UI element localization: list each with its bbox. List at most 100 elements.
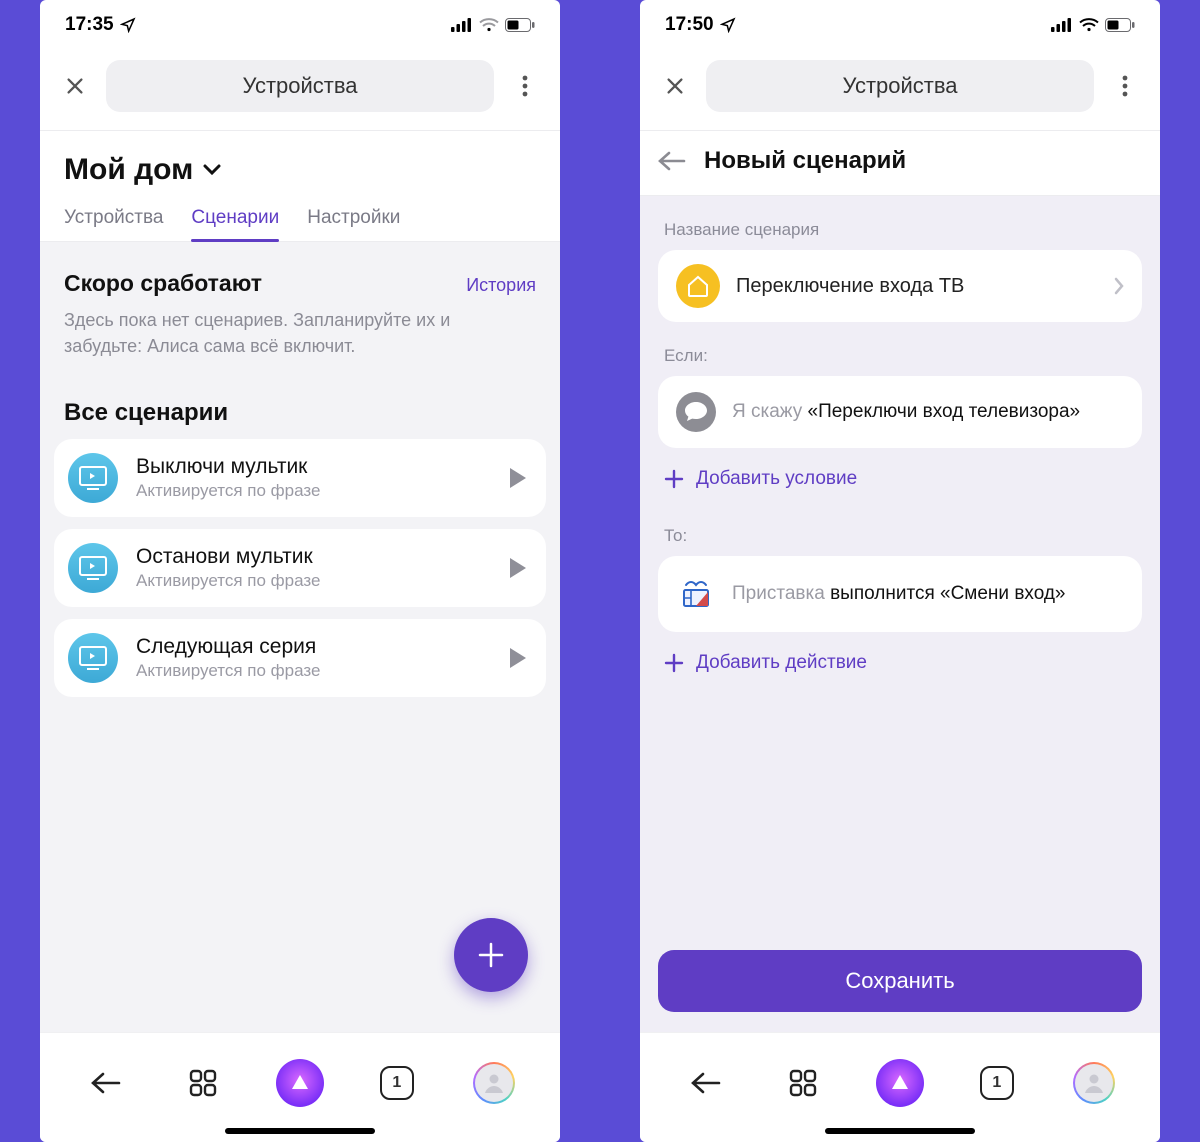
tab-count: 1	[380, 1066, 414, 1100]
plus-icon	[664, 469, 684, 489]
cellular-icon	[451, 18, 473, 32]
nav-alice[interactable]	[875, 1059, 925, 1107]
tv-icon	[68, 453, 118, 503]
alice-icon	[876, 1059, 924, 1107]
action-row[interactable]: Приставка выполнится «Смени вход»	[658, 556, 1142, 632]
status-bar: 17:35	[40, 0, 560, 50]
status-time: 17:35	[65, 14, 114, 36]
soon-desc: Здесь пока нет сценариев. Запланируйте и…	[64, 307, 484, 359]
nav-apps[interactable]	[778, 1069, 828, 1097]
bottom-nav: 1	[640, 1032, 1160, 1142]
close-button[interactable]	[660, 71, 690, 101]
scenario-title: Останови мультик	[136, 545, 492, 569]
scenario-title: Следующая серия	[136, 635, 492, 659]
tab-settings[interactable]: Настройки	[307, 207, 400, 241]
then-label: То:	[658, 520, 1142, 556]
back-button[interactable]	[658, 151, 686, 171]
nav-apps[interactable]	[178, 1069, 228, 1097]
tab-count: 1	[980, 1066, 1014, 1100]
tab-scenarios[interactable]: Сценарии	[191, 207, 279, 241]
status-bar: 17:50	[640, 0, 1160, 50]
avatar-icon	[1073, 1062, 1115, 1104]
nav-profile[interactable]	[469, 1062, 519, 1104]
add-scenario-fab[interactable]	[454, 918, 528, 992]
plus-icon	[664, 653, 684, 673]
page-title: Новый сценарий	[704, 147, 906, 175]
scenario-item[interactable]: Следующая серия Активируется по фразе	[54, 619, 546, 697]
add-action-button[interactable]: Добавить действие	[658, 632, 1142, 698]
home-indicator[interactable]	[225, 1128, 375, 1134]
phone-right: 17:50 Устройства Новый сценарий Названи	[640, 0, 1160, 1142]
alice-icon	[276, 1059, 324, 1107]
home-title: Мой дом	[64, 153, 193, 187]
battery-icon	[505, 18, 535, 32]
wifi-icon	[1079, 18, 1099, 32]
nav-profile[interactable]	[1069, 1062, 1119, 1104]
if-phrase: «Переключи вход телевизора»	[808, 401, 1081, 422]
header: Устройства	[640, 50, 1160, 130]
all-scenarios-title: Все сценарии	[40, 377, 560, 439]
sub-header: Новый сценарий	[640, 131, 1160, 195]
condition-text: Я скажу «Переключи вход телевизора»	[732, 399, 1080, 425]
tabs: Устройства Сценарии Настройки	[40, 199, 560, 241]
save-label: Сохранить	[845, 968, 954, 994]
wifi-icon	[479, 18, 499, 32]
status-icons	[1051, 18, 1135, 32]
content: Скоро сработают История Здесь пока нет с…	[40, 242, 560, 1032]
home-selector[interactable]: Мой дом	[40, 131, 560, 199]
avatar-icon	[473, 1062, 515, 1104]
device-icon	[676, 574, 716, 614]
play-icon	[510, 648, 526, 668]
chevron-right-icon	[1114, 277, 1124, 295]
if-prefix: Я скажу	[732, 401, 802, 422]
phone-left: 17:35 Устройства Мой дом Устройства Сц	[40, 0, 560, 1142]
add-condition-button[interactable]: Добавить условие	[658, 448, 1142, 514]
more-button[interactable]	[1110, 71, 1140, 101]
play-icon	[510, 558, 526, 578]
scenario-name-row[interactable]: Переключение входа ТВ	[658, 250, 1142, 322]
nav-tabs[interactable]: 1	[372, 1066, 422, 1100]
status-time: 17:50	[665, 14, 714, 36]
header-title-pill[interactable]: Устройства	[706, 60, 1094, 112]
save-button[interactable]: Сохранить	[658, 950, 1142, 1012]
close-button[interactable]	[60, 71, 90, 101]
header-title: Устройства	[842, 73, 957, 99]
name-label: Название сценария	[658, 214, 1142, 250]
history-link[interactable]: История	[466, 275, 536, 296]
header-title: Устройства	[242, 73, 357, 99]
tab-devices[interactable]: Устройства	[64, 207, 163, 241]
action-text: Приставка выполнится «Смени вход»	[732, 581, 1066, 607]
scenario-sub: Активируется по фразе	[136, 571, 492, 591]
speech-icon	[676, 392, 716, 432]
add-action-label: Добавить действие	[696, 652, 867, 674]
nav-alice[interactable]	[275, 1059, 325, 1107]
nav-tabs[interactable]: 1	[972, 1066, 1022, 1100]
scenario-item[interactable]: Останови мультик Активируется по фразе	[54, 529, 546, 607]
battery-icon	[1105, 18, 1135, 32]
nav-back[interactable]	[681, 1072, 731, 1094]
action-rest: выполнится «Смени вход»	[830, 583, 1065, 604]
condition-row[interactable]: Я скажу «Переключи вход телевизора»	[658, 376, 1142, 448]
form: Название сценария Переключение входа ТВ …	[640, 196, 1160, 1032]
soon-title: Скоро сработают	[64, 270, 262, 297]
more-button[interactable]	[510, 71, 540, 101]
scenario-sub: Активируется по фразе	[136, 661, 492, 681]
home-indicator[interactable]	[825, 1128, 975, 1134]
if-label: Если:	[658, 340, 1142, 376]
chevron-down-icon	[203, 164, 221, 176]
scenario-item[interactable]: Выключи мультик Активируется по фразе	[54, 439, 546, 517]
add-condition-label: Добавить условие	[696, 468, 857, 490]
action-device: Приставка	[732, 583, 825, 604]
status-icons	[451, 18, 535, 32]
cellular-icon	[1051, 18, 1073, 32]
home-icon	[676, 264, 720, 308]
plus-icon	[476, 940, 506, 970]
header-title-pill[interactable]: Устройства	[106, 60, 494, 112]
scenario-title: Выключи мультик	[136, 455, 492, 479]
location-icon	[720, 17, 736, 33]
soon-block: Скоро сработают История Здесь пока нет с…	[40, 242, 560, 377]
nav-back[interactable]	[81, 1072, 131, 1094]
bottom-nav: 1	[40, 1032, 560, 1142]
play-icon	[510, 468, 526, 488]
header: Устройства	[40, 50, 560, 130]
